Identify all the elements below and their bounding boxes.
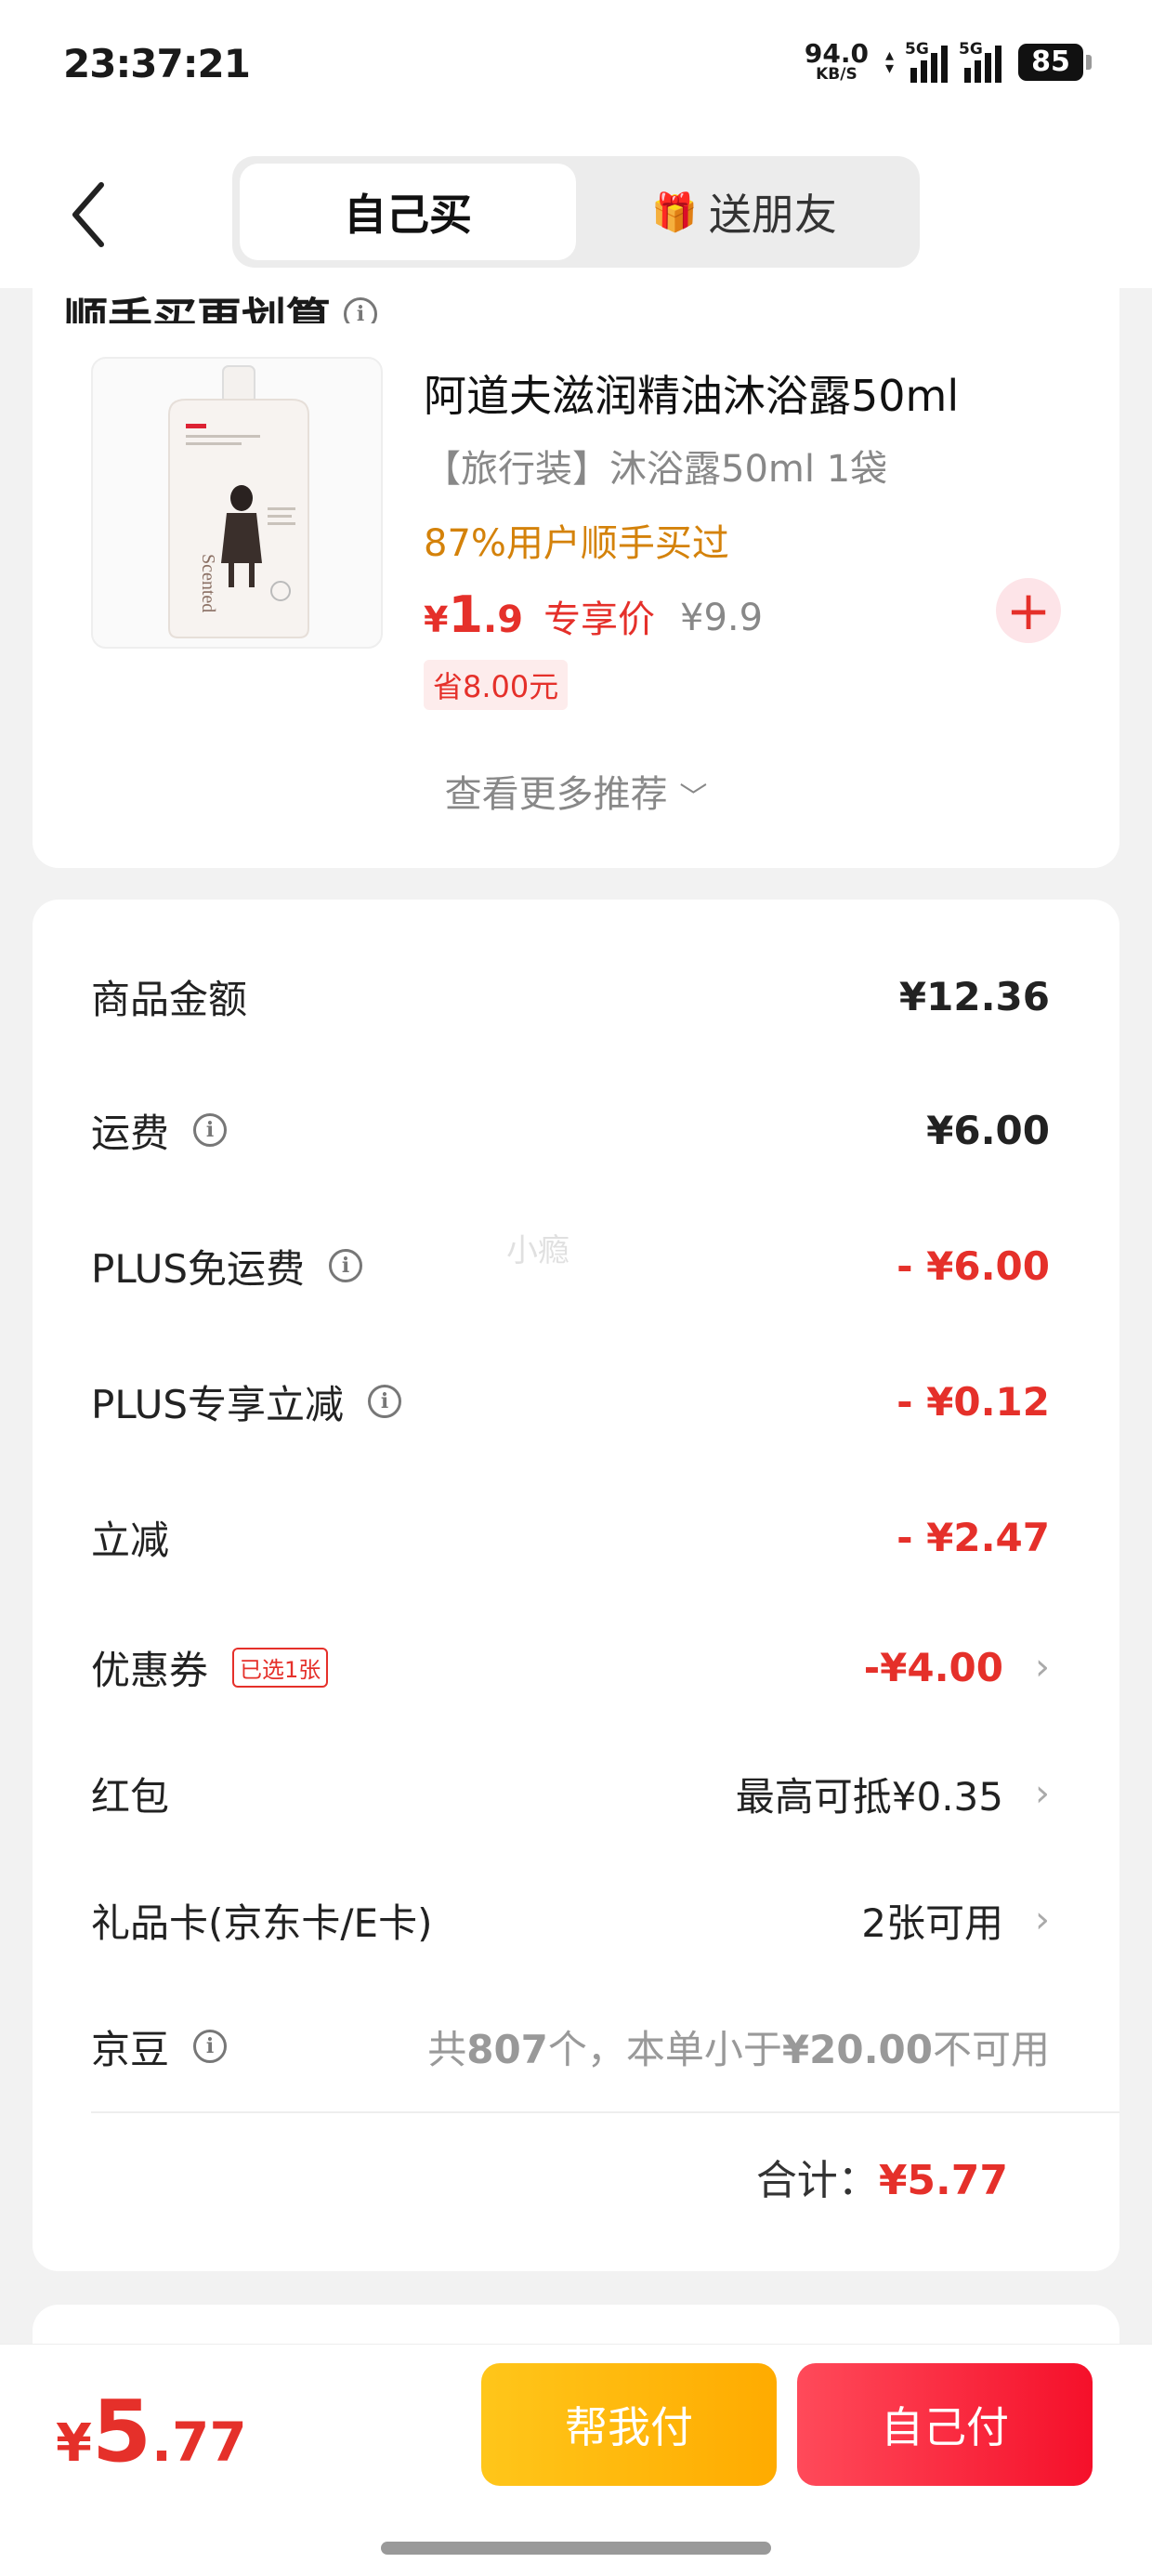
summary-row-plus-free-shipping: PLUS免运费 i - ¥6.00: [91, 1229, 1050, 1303]
summary-row-goods-amount: 商品金额 ¥12.36: [91, 959, 1050, 1033]
back-button[interactable]: [56, 173, 121, 256]
watermark: 小瘾: [506, 1232, 569, 1269]
summary-value: - ¥2.47: [897, 1514, 1050, 1560]
price-decimal: .9: [483, 598, 524, 641]
checkout-bar: ¥ 5 .77 帮我付 自己付: [0, 2344, 1152, 2576]
tab-buy-self-label: 自己买: [344, 190, 472, 240]
summary-value: -¥4.00: [863, 1644, 1003, 1690]
chevron-down-icon: ﹀: [679, 782, 708, 814]
tab-buy-self[interactable]: 自己买: [240, 164, 576, 260]
pay-currency: ¥: [56, 2413, 92, 2474]
more-recommendations-label: 查看更多推荐: [444, 773, 668, 816]
order-total: 合计： ¥5.77: [756, 2147, 1008, 2206]
plus-icon: +: [1005, 579, 1052, 642]
price-integer: 1: [448, 585, 484, 644]
chevron-right-icon: ›: [1035, 1899, 1050, 1941]
summary-value: ¥6.00: [926, 1107, 1050, 1153]
info-icon[interactable]: i: [368, 1385, 402, 1418]
signal-icon: 5G: [905, 40, 948, 83]
jd-beans-prefix: 共: [427, 2026, 467, 2072]
price-currency: ¥: [424, 599, 449, 640]
info-icon[interactable]: i: [193, 1113, 228, 1147]
summary-label: 红包: [91, 1773, 170, 1820]
order-total-label: 合计：: [755, 2157, 879, 2204]
summary-value: 最高可抵¥0.35: [735, 1773, 1003, 1820]
header: 自己买 🎁 送朋友: [0, 139, 1152, 288]
price-label: 专享价: [543, 598, 656, 641]
jd-beans-threshold: ¥20.00: [781, 2026, 933, 2072]
summary-value: 2张可用: [861, 1899, 1003, 1946]
network-speed-unit: KB/S: [816, 65, 857, 84]
summary-row-plus-discount: PLUS专享立减 i - ¥0.12: [91, 1364, 1050, 1439]
recommend-title: 顺手买更划算 i: [63, 275, 378, 323]
summary-label: 优惠券: [91, 1647, 209, 1693]
more-recommendations-link[interactable]: 查看更多推荐 ﹀: [0, 764, 1152, 818]
info-icon[interactable]: i: [193, 2030, 228, 2063]
tab-send-friend-label: 送朋友: [708, 190, 837, 240]
jd-beans-count: 807: [466, 2026, 548, 2072]
pay-amount: ¥ 5 .77: [56, 2382, 247, 2481]
order-total-value: ¥5.77: [878, 2157, 1008, 2204]
summary-row-jd-beans: 京豆 i 共807个，本单小于¥20.00不可用: [91, 2009, 1050, 2083]
chevron-right-icon: ›: [1035, 1772, 1050, 1815]
summary-row-coupon[interactable]: 优惠券 已选1张 -¥4.00 ›: [91, 1630, 1050, 1704]
summary-label: PLUS专享立减: [91, 1381, 345, 1427]
signal-label: 5G: [905, 39, 929, 59]
summary-value: - ¥0.12: [897, 1378, 1050, 1425]
product-name[interactable]: 阿道夫滋润精油沐浴露50ml: [424, 362, 959, 424]
summary-label: 商品金额: [91, 976, 248, 1022]
chevron-right-icon: ›: [1035, 1646, 1050, 1689]
info-icon[interactable]: i: [329, 1249, 363, 1282]
summary-label: 京豆: [91, 2026, 170, 2072]
summary-label: 礼品卡(京东卡/E卡): [91, 1899, 433, 1946]
tab-send-friend[interactable]: 🎁 送朋友: [576, 164, 912, 260]
pay-integer: 5: [91, 2382, 151, 2481]
status-bar: 23:37:21 94.0 KB/S ▴ ▾ 5G 5G 85: [0, 0, 1152, 139]
signal-icon: 5G: [959, 40, 1001, 83]
network-speed-value: 94.0: [804, 38, 869, 69]
summary-label: PLUS免运费: [91, 1245, 306, 1292]
gift-icon: 🎁: [651, 191, 698, 234]
summary-row-shipping: 运费 i ¥6.00: [91, 1093, 1050, 1167]
status-indicators: 94.0 KB/S ▴ ▾ 5G 5G 85: [805, 40, 1092, 83]
summary-row-gift-card[interactable]: 礼品卡(京东卡/E卡) 2张可用 ›: [91, 1883, 1050, 1957]
summary-label: 运费: [91, 1110, 170, 1156]
divider: [91, 2111, 1119, 2113]
chevron-left-icon: [72, 182, 104, 247]
summary-value: ¥12.36: [898, 973, 1050, 1019]
summary-row-red-packet[interactable]: 红包 最高可抵¥0.35 ›: [91, 1756, 1050, 1831]
pay-myself-button[interactable]: 自己付: [797, 2363, 1093, 2486]
svg-text:Scented: Scented: [198, 554, 218, 612]
battery-icon: 85: [1018, 43, 1092, 81]
product-spec: 【旅行装】沐浴露50ml 1袋: [424, 448, 888, 491]
network-speed: 94.0 KB/S: [805, 41, 869, 83]
signal-label: 5G: [959, 39, 983, 59]
product-image[interactable]: Scented: [91, 357, 383, 649]
home-indicator[interactable]: [381, 2542, 771, 2555]
summary-row-instant-discount: 立减 - ¥2.47: [91, 1500, 1050, 1574]
add-to-order-button[interactable]: +: [996, 578, 1061, 643]
purchase-mode-switch: 自己买 🎁 送朋友: [232, 156, 920, 268]
data-arrows-icon: ▴ ▾: [884, 45, 894, 78]
coupon-selected-badge: 已选1张: [232, 1647, 329, 1688]
status-time: 23:37:21: [63, 41, 251, 86]
product-purchase-tip: 87%用户顺手买过: [424, 522, 729, 565]
summary-value: - ¥6.00: [897, 1242, 1050, 1289]
jd-beans-status: 共807个，本单小于¥20.00不可用: [427, 2018, 1050, 2075]
summary-label: 立减: [91, 1517, 170, 1563]
original-price: ¥9.9: [680, 597, 764, 639]
jd-beans-suffix: 不可用: [932, 2026, 1050, 2072]
pay-decimal: .77: [151, 2411, 247, 2474]
save-badge: 省8.00元: [424, 660, 569, 710]
jd-beans-mid: 个，本单小于: [547, 2026, 782, 2072]
info-icon[interactable]: i: [344, 297, 378, 323]
shower-gel-pouch-image: Scented: [168, 365, 309, 638]
recommend-title-text: 顺手买更划算: [63, 294, 332, 323]
help-me-pay-button[interactable]: 帮我付: [481, 2363, 777, 2486]
product-price: ¥ 1 .9 专享价: [424, 585, 655, 644]
